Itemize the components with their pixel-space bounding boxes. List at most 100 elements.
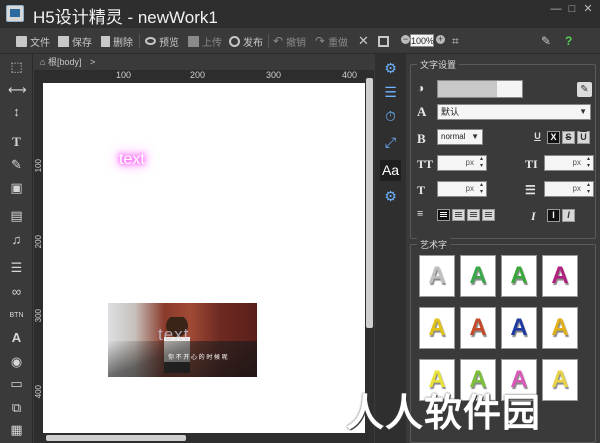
delete-button[interactable]: 删除 [101,33,133,49]
minimize-button[interactable]: — [550,3,562,15]
art-text-tool-icon[interactable]: A [8,329,25,346]
undo-button[interactable]: ↶ 撤销 [273,33,306,49]
grid-icon [378,35,389,47]
home-icon: ⌂ [40,57,48,67]
help-icon[interactable]: ? [565,33,572,49]
strikethrough-button[interactable]: S [562,131,575,144]
redo-label: 重做 [328,37,349,49]
text-settings-title: 文字设置 [417,58,460,71]
toolbar-separator [139,34,140,48]
layer-tool-icon[interactable]: ⧉ [8,399,25,416]
art-text-style-5[interactable]: A [419,307,455,349]
video-tool-icon[interactable]: ▤ [8,207,25,224]
color-picker[interactable] [437,80,523,98]
undo-icon: ↶ [273,34,284,48]
font-size-input[interactable]: px [437,155,487,171]
zoom-out-button[interactable]: − [401,35,410,44]
art-text-style-3[interactable]: A [501,255,537,297]
art-text-style-1[interactable]: A [419,255,455,297]
input-tool-icon[interactable]: ▭ [8,375,25,392]
save-label: 保存 [72,37,92,49]
text-settings-tab-icon[interactable]: Aa [380,160,401,181]
preview-button[interactable]: 预览 [145,33,179,49]
layers-gear-icon[interactable]: ⚙ [380,186,401,207]
settings-gear-icon[interactable]: ⚙ [380,58,401,79]
upload-button[interactable]: 上传 [188,33,222,49]
save-button[interactable]: 保存 [58,33,92,49]
edit-color-icon[interactable]: ✎ [577,82,592,97]
art-text-style-4[interactable]: A [542,255,578,297]
text-indent-input[interactable]: px [437,181,487,197]
glow-text-element[interactable]: text [119,151,145,169]
text-tool-icon[interactable]: T [8,133,25,150]
text-indent-icon: T [417,183,426,197]
strike-x-button[interactable]: X [547,131,560,144]
main-toolbar: 文件 保存 删除 预览 上传 发布 ↶ 撤销 ↷ 重做 ✕ ⌗ ✎ ? [0,28,600,54]
close-button[interactable]: ✕ [582,3,594,15]
font-family-select[interactable]: 默认 ▼ [437,104,591,120]
redo-button[interactable]: ↷ 重做 [315,33,348,49]
art-text-style-6[interactable]: A [460,307,496,349]
save-icon [58,35,69,47]
chevron-down-icon: ▼ [471,132,479,141]
link-tool-icon[interactable]: ∞ [8,283,25,300]
more-tool-icon[interactable]: ▦ [8,421,25,438]
app-logo-icon [6,5,24,22]
height-tool-icon[interactable]: ↕ [8,103,25,120]
art-text-style-7[interactable]: A [501,307,537,349]
publish-button[interactable]: 发布 [229,33,263,49]
photo-overlay-text[interactable]: text [158,325,189,345]
zoom-input[interactable]: 100% [410,34,434,47]
line-height-icon: ☰ [525,183,536,197]
art-text-style-2[interactable]: A [460,255,496,297]
photo-element[interactable]: text 你 不 开 心 的 时 候 呢 [108,303,257,377]
file-button[interactable]: 文件 [16,33,50,49]
canvas-area: text text 你 不 开 心 的 时 候 呢 [43,83,365,433]
scroll-thumb[interactable] [366,78,373,328]
align-justify-button[interactable] [482,209,495,221]
edit-tool-icon[interactable]: ✎ [8,156,25,173]
line-height-input[interactable]: px [544,181,594,197]
select-tool-icon[interactable]: ⬚ [8,58,25,75]
align-icon: ≡ [417,208,424,220]
form-tool-icon[interactable]: ☰ [8,259,25,276]
clear-icon[interactable]: ✕ [358,33,369,49]
underline-button[interactable]: U [531,131,544,144]
publish-label: 发布 [243,37,263,49]
align-right-button[interactable] [467,209,480,221]
button-tool-icon[interactable]: BTN [8,307,25,324]
zoom-in-button[interactable]: + [436,35,445,44]
align-buttons [437,209,507,221]
width-tool-icon[interactable]: ⟷ [8,81,27,98]
font-size-icon: TT [417,157,434,171]
align-center-button[interactable] [452,209,465,221]
design-canvas[interactable]: text text 你 不 开 心 的 时 候 呢 [43,83,365,433]
art-text-style-8[interactable]: A [542,307,578,349]
vertical-scrollbar[interactable] [365,70,374,433]
overline-button[interactable]: U [577,131,590,144]
radio-tool-icon[interactable]: ◉ [8,353,25,370]
font-weight-select[interactable]: normal ▼ [437,129,483,145]
italic-on-button[interactable]: I [562,209,575,222]
list-icon[interactable]: ☰ [380,82,401,103]
image-tool-icon[interactable]: ▣ [8,179,25,196]
grid-toggle[interactable] [378,33,392,49]
align-left-button[interactable] [437,209,450,221]
audio-tool-icon[interactable]: ♫ [8,231,25,248]
preview-label: 预览 [159,37,179,49]
timer-icon[interactable]: ⏱ [380,106,401,127]
horizontal-scrollbar[interactable] [34,433,374,443]
art-text-style-12[interactable]: A [542,359,578,401]
photo-caption: 你 不 开 心 的 时 候 呢 [168,355,228,361]
breadcrumb-root[interactable]: 根[body] [48,57,82,67]
crop-icon[interactable]: ⌗ [452,33,459,49]
ruler-tick: 200 [34,235,43,249]
letter-spacing-input[interactable]: px [544,155,594,171]
transform-icon[interactable]: ⤢ [380,132,401,153]
maximize-button[interactable]: □ [566,3,578,15]
italic-off-button[interactable]: I [547,209,560,222]
pen-icon[interactable]: ✎ [541,33,551,49]
breadcrumb: ⌂ 根[body] > [34,55,369,70]
ruler-tick: 400 [34,385,43,399]
scroll-thumb[interactable] [46,435,186,441]
